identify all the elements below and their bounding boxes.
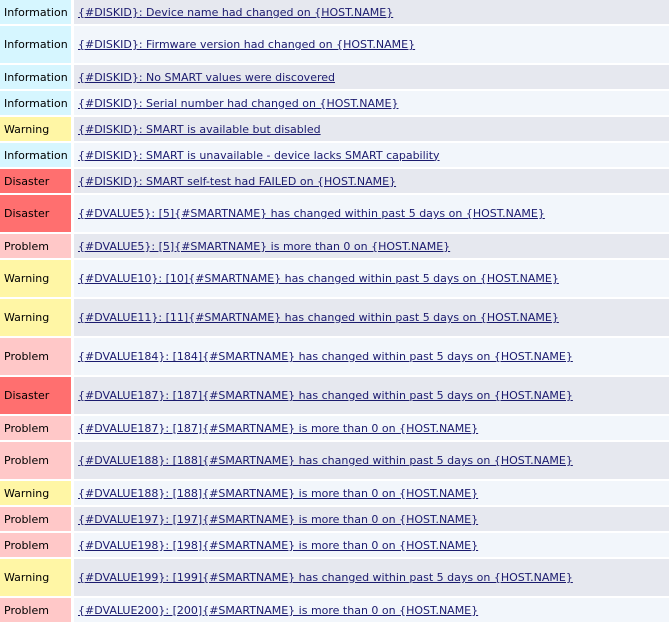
trigger-link[interactable]: {#DVALUE187}: [187]{#SMARTNAME} is more … bbox=[78, 422, 478, 435]
description-cell: {#DVALUE5}: [5]{#SMARTNAME} has changed … bbox=[74, 195, 669, 232]
trigger-link[interactable]: {#DVALUE200}: [200]{#SMARTNAME} is more … bbox=[78, 604, 478, 617]
severity-cell: Problem bbox=[0, 234, 71, 258]
trigger-row: Problem {#DVALUE197}: [197]{#SMARTNAME} i… bbox=[0, 507, 669, 531]
description-cell: {#DVALUE10}: [10]{#SMARTNAME} has change… bbox=[74, 260, 669, 297]
trigger-link[interactable]: {#DVALUE188}: [188]{#SMARTNAME} has chan… bbox=[78, 454, 573, 467]
trigger-link[interactable]: {#DVALUE197}: [197]{#SMARTNAME} is more … bbox=[78, 513, 478, 526]
trigger-row: Warning {#DVALUE199}: [199]{#SMARTNAME} h… bbox=[0, 559, 669, 596]
trigger-list: Information {#DISKID}: Device name had ch… bbox=[0, 0, 669, 622]
severity-cell: Information bbox=[0, 143, 71, 167]
severity-cell: Problem bbox=[0, 507, 71, 531]
trigger-row: Problem {#DVALUE198}: [198]{#SMARTNAME} i… bbox=[0, 533, 669, 557]
description-cell: {#DVALUE200}: [200]{#SMARTNAME} is more … bbox=[74, 598, 669, 622]
severity-cell: Problem bbox=[0, 598, 71, 622]
description-cell: {#DVALUE188}: [188]{#SMARTNAME} has chan… bbox=[74, 442, 669, 479]
trigger-row: Warning {#DVALUE10}: [10]{#SMARTNAME} has… bbox=[0, 260, 669, 297]
trigger-link[interactable]: {#DVALUE187}: [187]{#SMARTNAME} has chan… bbox=[78, 389, 573, 402]
trigger-link[interactable]: {#DISKID}: Firmware version had changed … bbox=[78, 38, 415, 51]
trigger-row: Information {#DISKID}: Device name had ch… bbox=[0, 0, 669, 24]
trigger-row: Warning {#DISKID}: SMART is available but… bbox=[0, 117, 669, 141]
trigger-link[interactable]: {#DISKID}: Serial number had changed on … bbox=[78, 97, 398, 110]
description-cell: {#DVALUE11}: [11]{#SMARTNAME} has change… bbox=[74, 299, 669, 336]
severity-cell: Warning bbox=[0, 299, 71, 336]
trigger-row: Problem {#DVALUE5}: [5]{#SMARTNAME} is mo… bbox=[0, 234, 669, 258]
trigger-row: Problem {#DVALUE188}: [188]{#SMARTNAME} h… bbox=[0, 442, 669, 479]
description-cell: {#DISKID}: SMART self-test had FAILED on… bbox=[74, 169, 669, 193]
description-cell: {#DISKID}: Firmware version had changed … bbox=[74, 26, 669, 63]
description-cell: {#DISKID}: SMART is available but disabl… bbox=[74, 117, 669, 141]
severity-cell: Problem bbox=[0, 416, 71, 440]
severity-cell: Disaster bbox=[0, 195, 71, 232]
trigger-link[interactable]: {#DISKID}: SMART is available but disabl… bbox=[78, 123, 321, 136]
description-cell: {#DISKID}: SMART is unavailable - device… bbox=[74, 143, 669, 167]
description-cell: {#DVALUE5}: [5]{#SMARTNAME} is more than… bbox=[74, 234, 669, 258]
trigger-row: Information {#DISKID}: No SMART values we… bbox=[0, 65, 669, 89]
trigger-link[interactable]: {#DVALUE5}: [5]{#SMARTNAME} has changed … bbox=[78, 207, 545, 220]
severity-cell: Information bbox=[0, 0, 71, 24]
trigger-row: Problem {#DVALUE200}: [200]{#SMARTNAME} i… bbox=[0, 598, 669, 622]
severity-cell: Warning bbox=[0, 260, 71, 297]
description-cell: {#DISKID}: No SMART values were discover… bbox=[74, 65, 669, 89]
trigger-link[interactable]: {#DVALUE198}: [198]{#SMARTNAME} is more … bbox=[78, 539, 478, 552]
severity-cell: Problem bbox=[0, 442, 71, 479]
description-cell: {#DISKID}: Device name had changed on {H… bbox=[74, 0, 669, 24]
severity-cell: Information bbox=[0, 65, 71, 89]
description-cell: {#DVALUE199}: [199]{#SMARTNAME} has chan… bbox=[74, 559, 669, 596]
description-cell: {#DVALUE197}: [197]{#SMARTNAME} is more … bbox=[74, 507, 669, 531]
description-cell: {#DVALUE198}: [198]{#SMARTNAME} is more … bbox=[74, 533, 669, 557]
trigger-row: Problem {#DVALUE184}: [184]{#SMARTNAME} h… bbox=[0, 338, 669, 375]
trigger-row: Disaster {#DISKID}: SMART self-test had F… bbox=[0, 169, 669, 193]
trigger-link[interactable]: {#DVALUE11}: [11]{#SMARTNAME} has change… bbox=[78, 311, 559, 324]
severity-cell: Problem bbox=[0, 338, 71, 375]
trigger-link[interactable]: {#DVALUE184}: [184]{#SMARTNAME} has chan… bbox=[78, 350, 573, 363]
trigger-row: Warning {#DVALUE11}: [11]{#SMARTNAME} has… bbox=[0, 299, 669, 336]
description-cell: {#DVALUE184}: [184]{#SMARTNAME} has chan… bbox=[74, 338, 669, 375]
trigger-link[interactable]: {#DISKID}: No SMART values were discover… bbox=[78, 71, 335, 84]
trigger-link[interactable]: {#DISKID}: Device name had changed on {H… bbox=[78, 6, 393, 19]
description-cell: {#DVALUE187}: [187]{#SMARTNAME} is more … bbox=[74, 416, 669, 440]
trigger-row: Disaster {#DVALUE5}: [5]{#SMARTNAME} has … bbox=[0, 195, 669, 232]
severity-cell: Warning bbox=[0, 559, 71, 596]
severity-cell: Disaster bbox=[0, 169, 71, 193]
severity-cell: Information bbox=[0, 91, 71, 115]
trigger-row: Information {#DISKID}: Serial number had … bbox=[0, 91, 669, 115]
trigger-link[interactable]: {#DISKID}: SMART self-test had FAILED on… bbox=[78, 175, 396, 188]
description-cell: {#DVALUE187}: [187]{#SMARTNAME} has chan… bbox=[74, 377, 669, 414]
trigger-link[interactable]: {#DVALUE199}: [199]{#SMARTNAME} has chan… bbox=[78, 571, 573, 584]
severity-cell: Warning bbox=[0, 117, 71, 141]
trigger-link[interactable]: {#DISKID}: SMART is unavailable - device… bbox=[78, 149, 440, 162]
trigger-link[interactable]: {#DVALUE5}: [5]{#SMARTNAME} is more than… bbox=[78, 240, 450, 253]
trigger-row: Disaster {#DVALUE187}: [187]{#SMARTNAME} … bbox=[0, 377, 669, 414]
severity-cell: Information bbox=[0, 26, 71, 63]
description-cell: {#DVALUE188}: [188]{#SMARTNAME} is more … bbox=[74, 481, 669, 505]
severity-cell: Disaster bbox=[0, 377, 71, 414]
severity-cell: Warning bbox=[0, 481, 71, 505]
trigger-row: Information {#DISKID}: SMART is unavailab… bbox=[0, 143, 669, 167]
description-cell: {#DISKID}: Serial number had changed on … bbox=[74, 91, 669, 115]
trigger-row: Warning {#DVALUE188}: [188]{#SMARTNAME} i… bbox=[0, 481, 669, 505]
trigger-link[interactable]: {#DVALUE10}: [10]{#SMARTNAME} has change… bbox=[78, 272, 559, 285]
trigger-row: Information {#DISKID}: Firmware version h… bbox=[0, 26, 669, 63]
severity-cell: Problem bbox=[0, 533, 71, 557]
trigger-link[interactable]: {#DVALUE188}: [188]{#SMARTNAME} is more … bbox=[78, 487, 478, 500]
trigger-row: Problem {#DVALUE187}: [187]{#SMARTNAME} i… bbox=[0, 416, 669, 440]
